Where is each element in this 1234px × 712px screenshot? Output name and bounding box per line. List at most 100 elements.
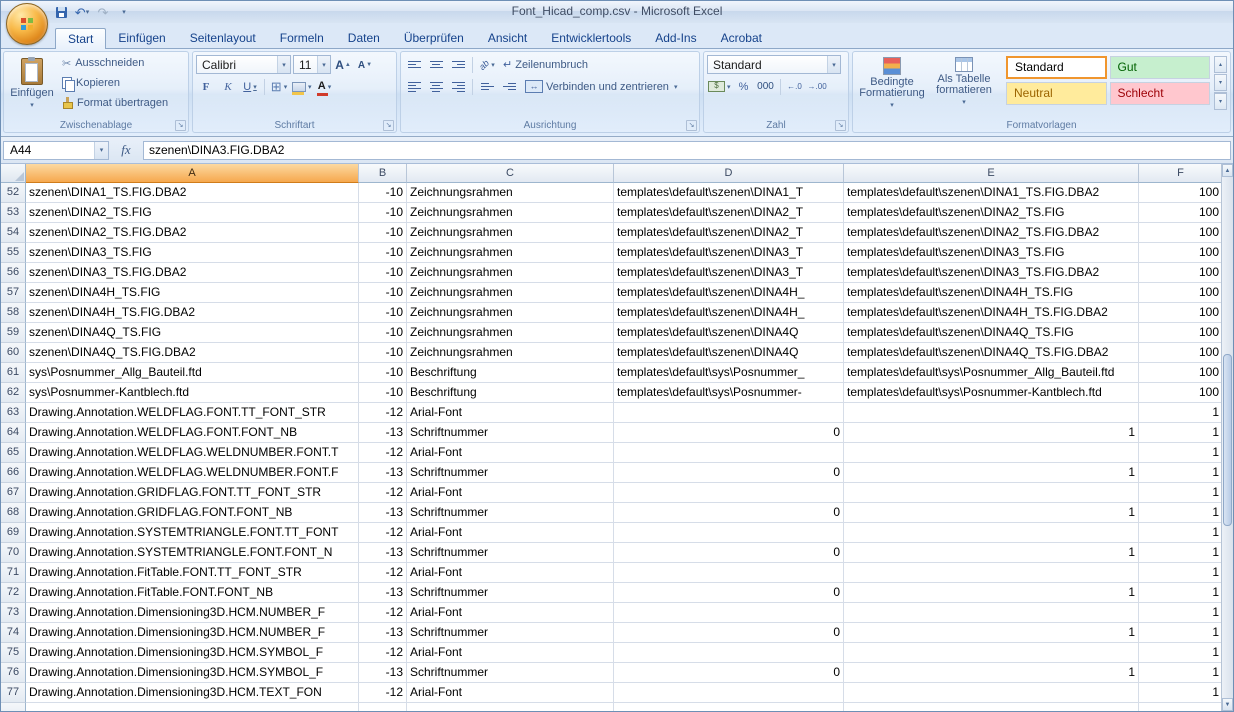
wrap-text-button[interactable]: ↵ Zeilenumbruch	[499, 55, 592, 74]
cell-F71[interactable]: 1	[1139, 563, 1223, 583]
cell-C56[interactable]: Zeichnungsrahmen	[407, 263, 614, 283]
redo-button[interactable]: ↷	[95, 3, 111, 21]
row-header-64[interactable]: 64	[1, 423, 26, 443]
cell-B52[interactable]: -10	[359, 183, 407, 203]
cell-E73[interactable]	[844, 603, 1139, 623]
cell-B65[interactable]: -12	[359, 443, 407, 463]
cell-B53[interactable]: -10	[359, 203, 407, 223]
font-color-button[interactable]: ▾	[315, 77, 335, 97]
cell-B72[interactable]: -13	[359, 583, 407, 603]
cell-C67[interactable]: Arial-Font	[407, 483, 614, 503]
cell-F66[interactable]: 1	[1139, 463, 1223, 483]
cell-F63[interactable]: 1	[1139, 403, 1223, 423]
cell-C77[interactable]: Arial-Font	[407, 683, 614, 703]
row-header-61[interactable]: 61	[1, 363, 26, 383]
cell-C66[interactable]: Schriftnummer	[407, 463, 614, 483]
scrollbar-thumb[interactable]	[1223, 354, 1232, 526]
cell-F62[interactable]: 100	[1139, 383, 1223, 403]
cell-F70[interactable]: 1	[1139, 543, 1223, 563]
align-center-button[interactable]	[426, 77, 446, 97]
cell-C60[interactable]: Zeichnungsrahmen	[407, 343, 614, 363]
cell-A68[interactable]: Drawing.Annotation.GRIDFLAG.FONT.FONT_NB	[26, 503, 359, 523]
cell-F77[interactable]: 1	[1139, 683, 1223, 703]
cell-E75[interactable]	[844, 643, 1139, 663]
cell-D72[interactable]: 0	[614, 583, 844, 603]
align-top-button[interactable]	[404, 55, 424, 75]
cell-A74[interactable]: Drawing.Annotation.Dimensioning3D.HCM.NU…	[26, 623, 359, 643]
row-header-[interactable]	[1, 703, 26, 711]
gallery-scroll-down-button[interactable]: ▾	[1214, 74, 1227, 91]
row-header-74[interactable]: 74	[1, 623, 26, 643]
dialog-launcher-icon[interactable]: ↘	[835, 120, 846, 131]
cell-B76[interactable]: -13	[359, 663, 407, 683]
cell-B64[interactable]: -13	[359, 423, 407, 443]
column-header-d[interactable]: D	[614, 164, 844, 183]
italic-button[interactable]: K	[218, 77, 238, 97]
cell-B69[interactable]: -12	[359, 523, 407, 543]
row-header-68[interactable]: 68	[1, 503, 26, 523]
tab-einf-gen[interactable]: Einfügen	[106, 28, 177, 48]
cell-D53[interactable]: templates\default\szenen\DINA2_T	[614, 203, 844, 223]
tab-start[interactable]: Start	[55, 28, 106, 49]
cell-F54[interactable]: 100	[1139, 223, 1223, 243]
cell-D[interactable]	[614, 703, 844, 711]
style-gut[interactable]: Gut	[1110, 56, 1211, 79]
cell-C72[interactable]: Schriftnummer	[407, 583, 614, 603]
cell-C62[interactable]: Beschriftung	[407, 383, 614, 403]
cell-B73[interactable]: -12	[359, 603, 407, 623]
cell-F60[interactable]: 100	[1139, 343, 1223, 363]
cell-E57[interactable]: templates\default\szenen\DINA4H_TS.FIG	[844, 283, 1139, 303]
chevron-down-icon[interactable]: ▾	[94, 142, 108, 159]
cell-E70[interactable]: 1	[844, 543, 1139, 563]
cell-B59[interactable]: -10	[359, 323, 407, 343]
cell-C71[interactable]: Arial-Font	[407, 563, 614, 583]
dialog-launcher-icon[interactable]: ↘	[383, 120, 394, 131]
cell-B58[interactable]: -10	[359, 303, 407, 323]
cell-E60[interactable]: templates\default\szenen\DINA4Q_TS.FIG.D…	[844, 343, 1139, 363]
cell-A58[interactable]: szenen\DINA4H_TS.FIG.DBA2	[26, 303, 359, 323]
row-header-55[interactable]: 55	[1, 243, 26, 263]
cell-A60[interactable]: szenen\DINA4Q_TS.FIG.DBA2	[26, 343, 359, 363]
copy-button[interactable]: Kopieren	[62, 74, 184, 92]
tab-entwicklertools[interactable]: Entwicklertools	[539, 28, 643, 48]
cell-F76[interactable]: 1	[1139, 663, 1223, 683]
cell-B57[interactable]: -10	[359, 283, 407, 303]
cell-D73[interactable]	[614, 603, 844, 623]
cell-C55[interactable]: Zeichnungsrahmen	[407, 243, 614, 263]
grow-font-button[interactable]: ▲	[333, 55, 353, 75]
cell-D64[interactable]: 0	[614, 423, 844, 443]
tab-ansicht[interactable]: Ansicht	[476, 28, 539, 48]
cell-A71[interactable]: Drawing.Annotation.FitTable.FONT.TT_FONT…	[26, 563, 359, 583]
cell-F73[interactable]: 1	[1139, 603, 1223, 623]
cell-E71[interactable]	[844, 563, 1139, 583]
column-header-a[interactable]: A	[26, 164, 359, 183]
column-header-e[interactable]: E	[844, 164, 1139, 183]
cell-F57[interactable]: 100	[1139, 283, 1223, 303]
cell-E56[interactable]: templates\default\szenen\DINA3_TS.FIG.DB…	[844, 263, 1139, 283]
cell-C58[interactable]: Zeichnungsrahmen	[407, 303, 614, 323]
cell-A76[interactable]: Drawing.Annotation.Dimensioning3D.HCM.SY…	[26, 663, 359, 683]
add-decimal-button[interactable]	[785, 77, 805, 97]
conditional-formatting-button[interactable]: Bedingte Formatierung ▾	[856, 54, 928, 118]
qat-customize-button[interactable]: ▾	[116, 3, 132, 21]
cell-D54[interactable]: templates\default\szenen\DINA2_T	[614, 223, 844, 243]
cell-E[interactable]	[844, 703, 1139, 711]
cell-B67[interactable]: -12	[359, 483, 407, 503]
row-header-77[interactable]: 77	[1, 683, 26, 703]
cell-E64[interactable]: 1	[844, 423, 1139, 443]
font-size-select[interactable]: 11 ▾	[293, 55, 331, 74]
cell-E52[interactable]: templates\default\szenen\DINA1_TS.FIG.DB…	[844, 183, 1139, 203]
cell-E69[interactable]	[844, 523, 1139, 543]
cell-D69[interactable]	[614, 523, 844, 543]
row-header-57[interactable]: 57	[1, 283, 26, 303]
dialog-launcher-icon[interactable]: ↘	[686, 120, 697, 131]
style-standard[interactable]: Standard	[1006, 56, 1107, 79]
cell-E66[interactable]: 1	[844, 463, 1139, 483]
row-header-67[interactable]: 67	[1, 483, 26, 503]
tab-seitenlayout[interactable]: Seitenlayout	[178, 28, 268, 48]
underline-button[interactable]: U▾	[240, 77, 260, 97]
cell-E54[interactable]: templates\default\szenen\DINA2_TS.FIG.DB…	[844, 223, 1139, 243]
cell-C61[interactable]: Beschriftung	[407, 363, 614, 383]
cell-E58[interactable]: templates\default\szenen\DINA4H_TS.FIG.D…	[844, 303, 1139, 323]
cell-E65[interactable]	[844, 443, 1139, 463]
